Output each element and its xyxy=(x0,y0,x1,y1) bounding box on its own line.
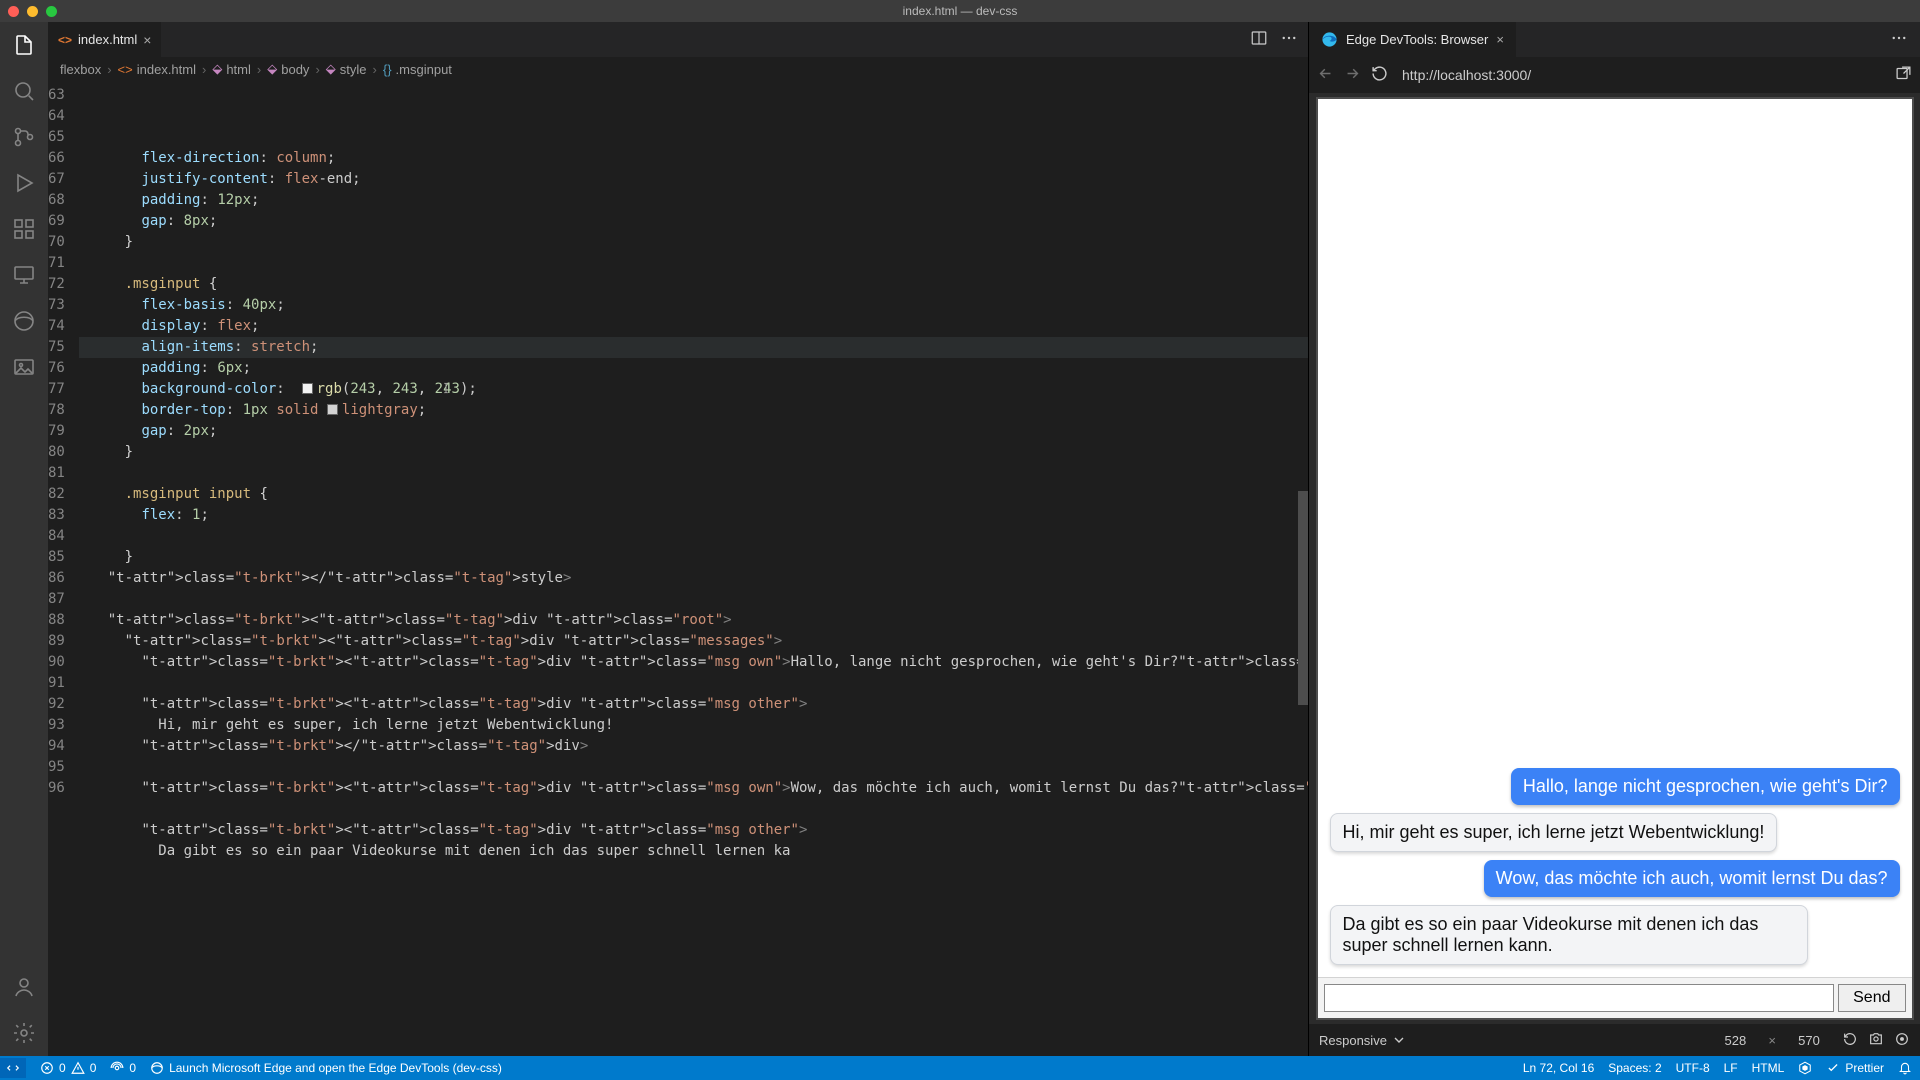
breadcrumb-segment: ⬙html xyxy=(212,61,251,77)
x-separator: × xyxy=(1768,1033,1776,1048)
code-editor[interactable]: 6364656667686970717273747576777879808182… xyxy=(48,81,1308,1056)
device-select[interactable]: Responsive xyxy=(1319,1032,1407,1048)
text-cursor-icon xyxy=(439,379,453,397)
chat-msg-other: Da gibt es so ein paar Videokurse mit de… xyxy=(1330,905,1809,965)
search-icon[interactable] xyxy=(11,78,37,104)
url-field[interactable]: http://localhost:3000/ xyxy=(1398,63,1885,87)
viewport-width-input[interactable] xyxy=(1712,1033,1758,1048)
chevron-down-icon xyxy=(1391,1032,1407,1048)
edge-tools-icon[interactable] xyxy=(11,308,37,334)
code-lines[interactable]: flex-direction: column; justify-content:… xyxy=(79,81,1308,1056)
editor-column: <> index.html × flexbox› <> index.html› … xyxy=(48,22,1308,1056)
more-actions-icon[interactable] xyxy=(1878,29,1920,50)
device-frame: Hallo, lange nicht gesprochen, wie geht'… xyxy=(1316,97,1914,1020)
split-editor-icon[interactable] xyxy=(1250,29,1268,50)
chat-messages: Hallo, lange nicht gesprochen, wie geht'… xyxy=(1318,99,1912,977)
chat-msg-own: Wow, das möchte ich auch, womit lernst D… xyxy=(1484,860,1900,897)
tab-edge-devtools[interactable]: Edge DevTools: Browser × xyxy=(1309,22,1516,57)
remote-explorer-icon[interactable] xyxy=(11,262,37,288)
source-control-icon[interactable] xyxy=(11,124,37,150)
tab-label: index.html xyxy=(78,32,137,47)
viewport-height-input[interactable] xyxy=(1786,1033,1832,1048)
open-external-icon[interactable] xyxy=(1895,65,1912,85)
devtools-panel: Edge DevTools: Browser × http://localhos… xyxy=(1308,22,1920,1056)
rotate-icon[interactable] xyxy=(1842,1031,1858,1050)
status-ports[interactable]: 0 xyxy=(110,1061,136,1075)
chat-input[interactable] xyxy=(1324,984,1835,1012)
status-cursor[interactable]: Ln 72, Col 16 xyxy=(1523,1061,1594,1075)
status-bar: 0 0 0 Launch Microsoft Edge and open the… xyxy=(0,1056,1920,1080)
breadcrumb-segment: <> index.html xyxy=(118,62,196,77)
breadcrumb-segment: {}.msginput xyxy=(383,62,452,77)
edge-icon xyxy=(1321,31,1338,48)
scrollbar[interactable] xyxy=(1298,81,1308,1056)
window-title: index.html — dev-css xyxy=(0,4,1920,18)
status-eol[interactable]: LF xyxy=(1724,1061,1738,1075)
tab-close-icon[interactable]: × xyxy=(143,32,151,48)
breadcrumb-segment: ⬙body xyxy=(267,61,309,77)
send-button[interactable]: Send xyxy=(1838,984,1905,1012)
run-debug-icon[interactable] xyxy=(11,170,37,196)
activity-bar xyxy=(0,22,48,1056)
accounts-icon[interactable] xyxy=(11,974,37,1000)
device-toolbar: Responsive × xyxy=(1309,1024,1920,1056)
image-gallery-icon[interactable] xyxy=(11,354,37,380)
breadcrumb-segment: ⬙style xyxy=(326,61,367,77)
breadcrumb[interactable]: flexbox› <> index.html› ⬙html› ⬙body› ⬙s… xyxy=(48,57,1308,81)
settings-gear-icon[interactable] xyxy=(11,1020,37,1046)
status-language[interactable]: HTML xyxy=(1752,1061,1785,1075)
chat-msg-own: Hallo, lange nicht gesprochen, wie geht'… xyxy=(1511,768,1900,805)
browser-toolbar: http://localhost:3000/ xyxy=(1309,57,1920,93)
reload-icon[interactable] xyxy=(1371,65,1388,85)
inspect-icon[interactable] xyxy=(1894,1031,1910,1050)
status-problems[interactable]: 0 0 xyxy=(40,1061,96,1075)
preview-viewport: Hallo, lange nicht gesprochen, wie geht'… xyxy=(1309,93,1920,1024)
devtools-tab-label: Edge DevTools: Browser xyxy=(1346,32,1488,47)
devtools-tab-close-icon[interactable]: × xyxy=(1496,32,1504,47)
line-gutter: 6364656667686970717273747576777879808182… xyxy=(48,81,79,1056)
status-indent[interactable]: Spaces: 2 xyxy=(1608,1061,1661,1075)
chat-msg-other: Hi, mir geht es super, ich lerne jetzt W… xyxy=(1330,813,1778,852)
status-bell-icon[interactable] xyxy=(1898,1061,1912,1075)
devtools-tabs: Edge DevTools: Browser × xyxy=(1309,22,1920,57)
explorer-icon[interactable] xyxy=(11,32,37,58)
status-encoding[interactable]: UTF-8 xyxy=(1676,1061,1710,1075)
extensions-icon[interactable] xyxy=(11,216,37,242)
status-launch-hint[interactable]: Launch Microsoft Edge and open the Edge … xyxy=(150,1061,502,1075)
status-prettier[interactable]: Prettier xyxy=(1826,1061,1884,1075)
chat-input-bar: Send xyxy=(1318,977,1912,1018)
remote-indicator[interactable] xyxy=(0,1058,26,1078)
tab-index-html[interactable]: <> index.html × xyxy=(48,22,162,57)
status-eslint-icon[interactable] xyxy=(1798,1061,1812,1075)
screenshot-icon[interactable] xyxy=(1868,1031,1884,1050)
forward-icon xyxy=(1344,65,1361,85)
macos-titlebar: index.html — dev-css xyxy=(0,0,1920,22)
more-actions-icon[interactable] xyxy=(1280,29,1298,50)
breadcrumb-segment: flexbox xyxy=(60,62,101,77)
editor-tabs: <> index.html × xyxy=(48,22,1308,57)
back-icon xyxy=(1317,65,1334,85)
html-file-icon: <> xyxy=(58,33,72,47)
